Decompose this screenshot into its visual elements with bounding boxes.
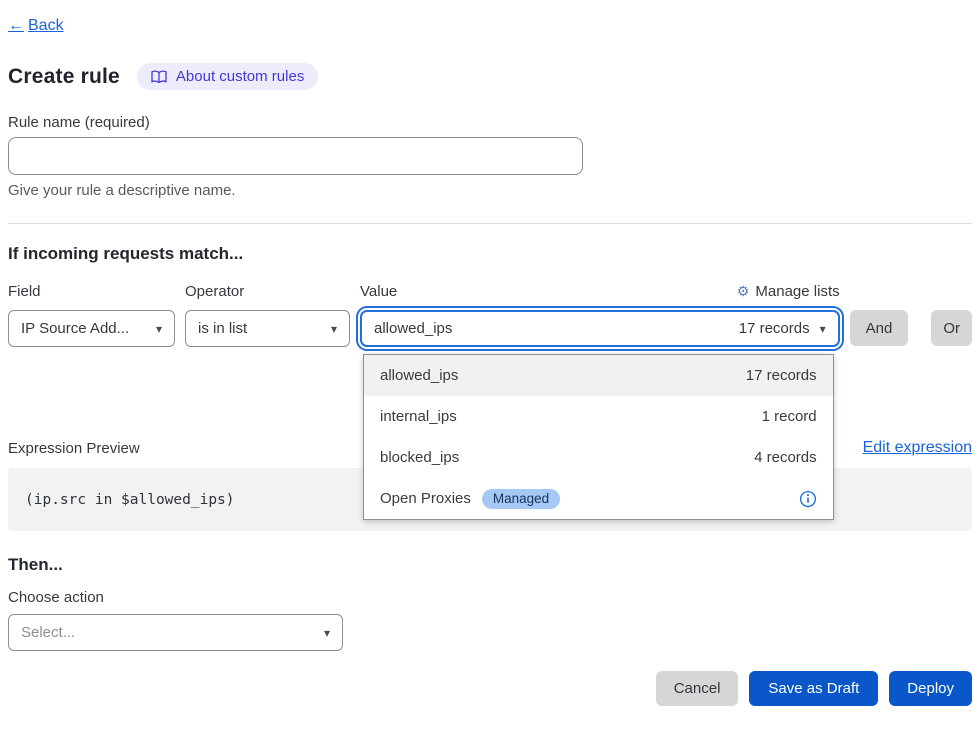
andor-buttons: And Or (850, 310, 972, 346)
list-option-open-proxies[interactable]: Open Proxies Managed (364, 478, 833, 519)
field-select[interactable]: IP Source Add... ▾ (8, 310, 175, 347)
list-dropdown: allowed_ips 17 records internal_ips 1 re… (363, 354, 834, 520)
choose-action-label: Choose action (8, 589, 972, 606)
about-custom-rules-link[interactable]: About custom rules (137, 63, 318, 90)
list-option-name: allowed_ips (380, 367, 458, 384)
list-option-name: internal_ips (380, 408, 457, 425)
match-controls-row: Field IP Source Add... ▾ Operator is in … (8, 283, 972, 347)
section-divider (8, 223, 972, 224)
value-select-records: 17 records (739, 320, 810, 337)
create-rule-page: ←Back Create rule About custom rules Rul… (0, 0, 979, 739)
manage-lists-link[interactable]: ⚙ Manage lists (737, 283, 840, 300)
value-select-wrap: allowed_ips 17 records ▾ allowed_ips 17 … (360, 310, 840, 347)
rule-name-label: Rule name (required) (8, 114, 972, 131)
deploy-button[interactable]: Deploy (889, 671, 972, 706)
list-option-allowed-ips[interactable]: allowed_ips 17 records (364, 355, 833, 396)
operator-label: Operator (185, 283, 350, 310)
or-button[interactable]: Or (931, 310, 972, 346)
value-label: Value (360, 283, 397, 310)
value-label-row: Value ⚙ Manage lists (360, 283, 840, 310)
info-icon[interactable] (799, 490, 817, 508)
list-option-internal-ips[interactable]: internal_ips 1 record (364, 396, 833, 437)
action-select[interactable]: Select... ▾ (8, 614, 343, 651)
chevron-down-icon: ▾ (156, 322, 162, 336)
footer-actions: Cancel Save as Draft Deploy (8, 671, 972, 706)
page-title: Create rule (8, 65, 120, 89)
back-link[interactable]: ←Back (8, 17, 64, 35)
list-option-name-wrap: Open Proxies Managed (380, 489, 560, 509)
manage-lists-label: Manage lists (755, 283, 839, 300)
and-button[interactable]: And (850, 310, 909, 346)
about-custom-rules-label: About custom rules (176, 68, 304, 85)
expression-code: (ip.src in $allowed_ips) (25, 492, 235, 508)
back-label: Back (28, 17, 64, 35)
chevron-down-icon: ▾ (331, 322, 337, 336)
value-column: Value ⚙ Manage lists allowed_ips 17 reco… (360, 283, 840, 347)
back-arrow-icon: ← (8, 17, 24, 35)
book-icon (151, 70, 167, 84)
gear-icon: ⚙ (737, 283, 750, 300)
save-as-draft-button[interactable]: Save as Draft (749, 671, 878, 706)
edit-expression-link[interactable]: Edit expression (863, 439, 972, 457)
operator-select[interactable]: is in list ▾ (185, 310, 350, 347)
list-option-meta: 4 records (754, 449, 817, 466)
rule-name-input[interactable] (8, 137, 583, 175)
value-select-right: 17 records ▾ (739, 320, 826, 337)
list-option-name: blocked_ips (380, 449, 459, 466)
chevron-down-icon: ▾ (324, 626, 330, 640)
field-label: Field (8, 283, 175, 310)
match-heading: If incoming requests match... (8, 244, 972, 264)
expression-preview-label: Expression Preview (8, 440, 140, 457)
value-select[interactable]: allowed_ips 17 records ▾ (360, 310, 840, 347)
field-column: Field IP Source Add... ▾ (8, 283, 175, 347)
rule-name-helper: Give your rule a descriptive name. (8, 182, 972, 199)
title-row: Create rule About custom rules (8, 63, 972, 90)
managed-badge: Managed (482, 489, 560, 509)
list-option-name: Open Proxies (380, 490, 471, 507)
list-option-meta: 1 record (762, 408, 817, 425)
operator-column: Operator is in list ▾ (185, 283, 350, 347)
value-select-value: allowed_ips (374, 320, 452, 337)
then-heading: Then... (8, 555, 972, 575)
action-select-placeholder: Select... (21, 624, 75, 641)
chevron-down-icon: ▾ (820, 322, 826, 336)
cancel-button[interactable]: Cancel (656, 671, 739, 706)
list-option-blocked-ips[interactable]: blocked_ips 4 records (364, 437, 833, 478)
list-option-meta: 17 records (746, 367, 817, 384)
operator-select-value: is in list (198, 320, 247, 337)
field-select-value: IP Source Add... (21, 320, 129, 337)
